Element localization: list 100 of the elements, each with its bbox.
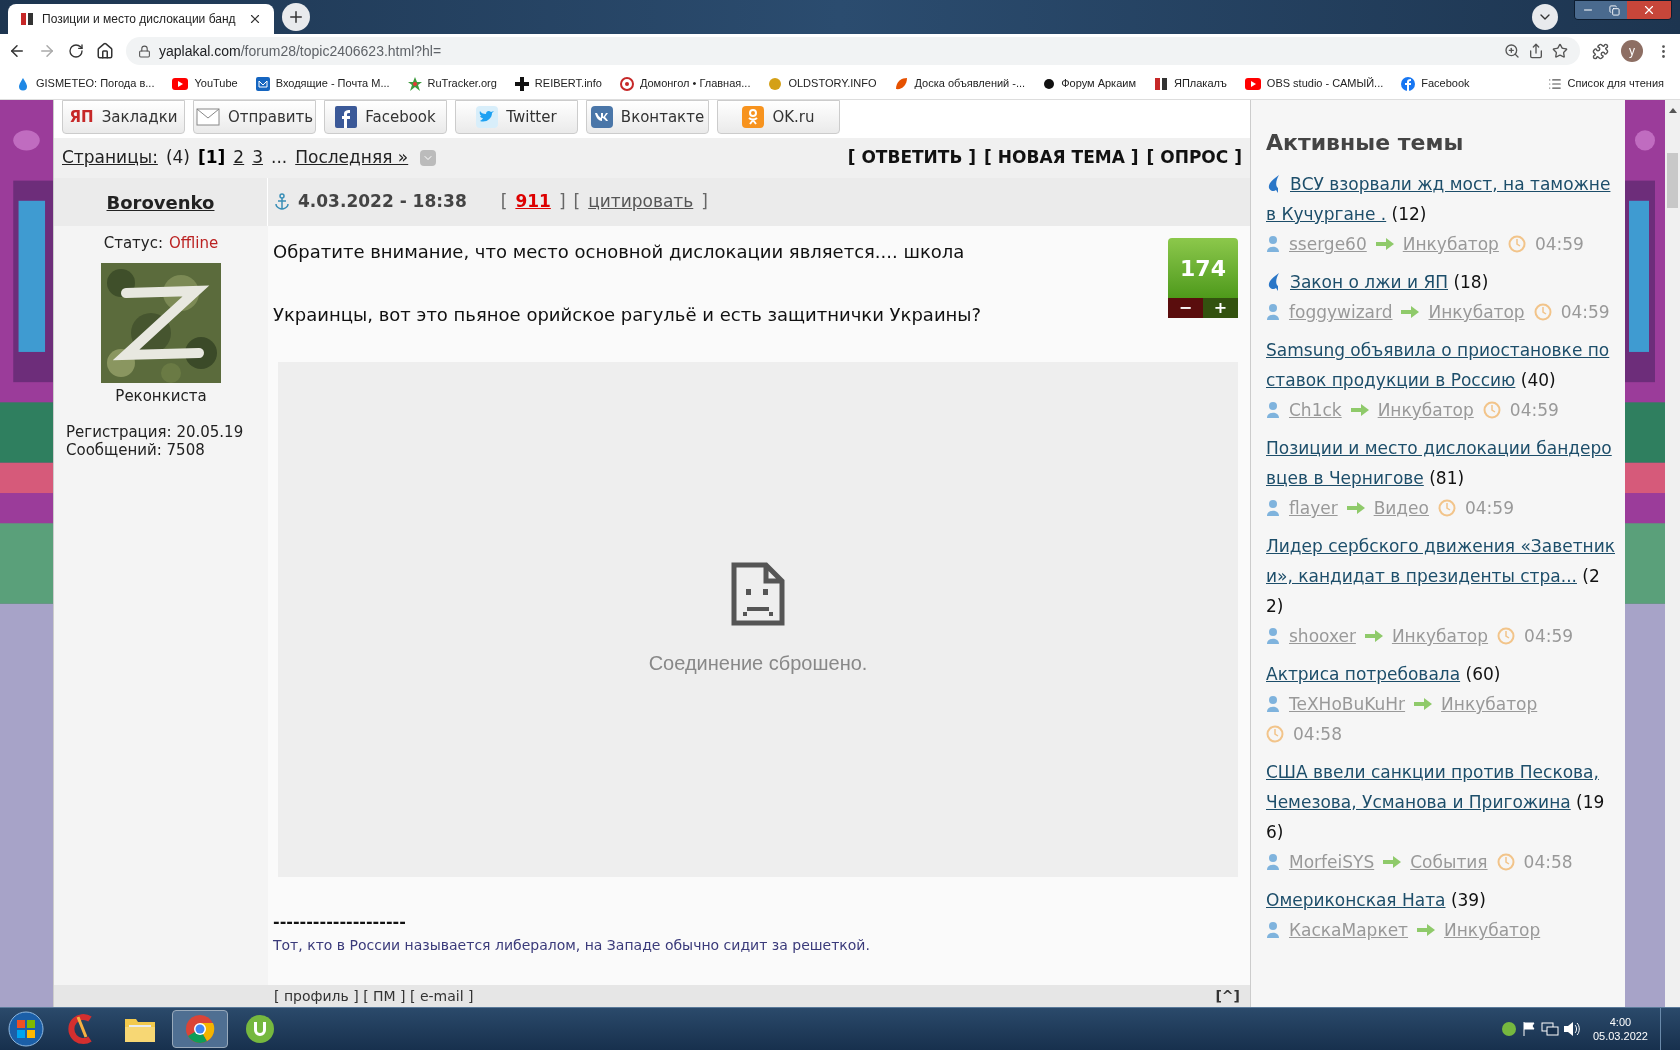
emblem-icon bbox=[768, 76, 783, 91]
share-button[interactable]: Twitter bbox=[455, 100, 578, 134]
bookmark-link[interactable]: OBS studio - САМЫЙ... bbox=[1266, 75, 1384, 92]
play-icon bbox=[172, 77, 189, 90]
extensions-icon[interactable] bbox=[1592, 42, 1609, 60]
user-icon bbox=[1266, 401, 1280, 419]
logo-icon: ЯП bbox=[69, 105, 94, 129]
topic-title[interactable]: Закон о лжи и ЯП (18) bbox=[1266, 267, 1615, 297]
to-top-link[interactable]: [^] bbox=[1215, 985, 1240, 1007]
leaf-icon bbox=[894, 76, 909, 91]
share-button[interactable]: Facebook bbox=[324, 100, 447, 134]
bookmark-link[interactable]: REIBERT.info bbox=[534, 75, 602, 92]
home-icon[interactable] bbox=[96, 42, 114, 60]
flag-icon bbox=[20, 12, 34, 26]
page-link[interactable]: 3 bbox=[252, 145, 263, 171]
reading-list-icon[interactable] bbox=[1547, 76, 1562, 91]
share-button[interactable]: Вконтакте bbox=[586, 100, 709, 134]
post-text: Украинцы, вот это пьяное орийское рагульё и есть защитнички Украины? bbox=[273, 303, 983, 327]
user-icon bbox=[1266, 921, 1280, 939]
share-button[interactable]: ЯП Закладки bbox=[62, 100, 185, 134]
volume-icon[interactable] bbox=[1562, 1021, 1581, 1037]
topic-title[interactable]: Позиции и место дислокации бандеровцев в Чернигове (81) bbox=[1266, 433, 1615, 493]
flag-icon bbox=[1153, 76, 1168, 91]
scrollbar-thumb[interactable] bbox=[1667, 153, 1678, 208]
action-link[interactable]: [ ОПРОС ] bbox=[1146, 145, 1242, 171]
tab-search-button[interactable] bbox=[1532, 4, 1558, 30]
topic-title[interactable]: Омериконская Ната (39) bbox=[1266, 885, 1615, 915]
last-page-link[interactable]: Последняя » bbox=[295, 145, 409, 171]
action-link[interactable]: [ ОТВЕТИТЬ ] bbox=[847, 145, 977, 171]
lock-icon bbox=[138, 44, 151, 58]
torrent-tray-icon[interactable] bbox=[1500, 1021, 1517, 1037]
bookmark-link[interactable]: Домонгол • Главная... bbox=[639, 75, 751, 92]
vote-up-button[interactable]: + bbox=[1203, 298, 1238, 318]
network-icon[interactable] bbox=[1540, 1021, 1559, 1037]
pages-link[interactable]: Страницы: bbox=[62, 145, 158, 171]
clock-icon bbox=[1437, 499, 1456, 517]
page-link[interactable]: [1] bbox=[197, 145, 226, 171]
play-icon bbox=[1244, 77, 1261, 90]
bookmark-link[interactable]: ЯПлакалъ bbox=[1173, 75, 1227, 92]
clock-icon bbox=[1533, 303, 1552, 321]
topic-title[interactable]: США ввели санкции против Пескова, Чемезова, Усманова и Пригожина (196) bbox=[1266, 757, 1615, 847]
back-icon[interactable] bbox=[8, 42, 26, 60]
arrow-right-icon bbox=[1375, 238, 1394, 250]
topic-time: 04:59 bbox=[1524, 625, 1574, 648]
new-tab-button[interactable] bbox=[282, 3, 310, 31]
page-link[interactable]: 2 bbox=[233, 145, 245, 171]
profile-avatar[interactable]: у bbox=[1621, 40, 1643, 62]
sidebar-heading: Активные темы bbox=[1266, 129, 1465, 157]
bookmark-link[interactable]: Входящие - Почта М... bbox=[275, 75, 390, 92]
anchor-icon bbox=[274, 193, 290, 211]
arrow-right-icon bbox=[1414, 698, 1433, 710]
bookmark-link[interactable]: Facebook bbox=[1421, 75, 1470, 92]
close-icon[interactable] bbox=[248, 12, 262, 26]
reload-icon[interactable] bbox=[68, 43, 84, 59]
post-date: 4.03.2022 - 18:38 bbox=[298, 190, 467, 214]
bookmark-link[interactable]: OLDSTORY.INFO bbox=[788, 75, 877, 92]
url-text: yaplakal.com/forum28/topic2406623.html?hl= bbox=[159, 41, 442, 61]
dot-icon bbox=[1043, 77, 1056, 90]
author-link[interactable]: Borovenko bbox=[106, 188, 215, 216]
share-icon[interactable] bbox=[1528, 43, 1544, 59]
bookmark-link[interactable]: Форум Аркаим bbox=[1061, 75, 1136, 92]
bookmark-link[interactable]: Доска объявлений -... bbox=[914, 75, 1026, 92]
tray-clock[interactable]: 4:00 05.03.2022 bbox=[1592, 1015, 1648, 1043]
topic-time: 04:59 bbox=[1509, 399, 1559, 422]
zoom-icon[interactable] bbox=[1504, 43, 1520, 59]
scroll-up-icon[interactable] bbox=[1668, 108, 1677, 113]
topic-title[interactable]: Лидер сербского движения «Заветники», кандидат в президенты стра... (22) bbox=[1266, 531, 1615, 621]
bookmark-link[interactable]: GISMETEO: Погода в... bbox=[36, 75, 155, 92]
browser-tab[interactable]: Позиции и место дислокации банд bbox=[8, 4, 274, 34]
restore-icon[interactable] bbox=[1601, 1, 1627, 19]
post-number-link[interactable]: 911 bbox=[515, 189, 551, 215]
quote-link[interactable]: цитировать bbox=[588, 189, 694, 215]
torrent-icon bbox=[245, 1014, 275, 1044]
scrollbar[interactable] bbox=[1665, 100, 1680, 1007]
reading-list-link[interactable]: Список для чтения bbox=[1567, 75, 1664, 92]
topic-title[interactable]: ВСУ взорвали жд мост, на таможне в Кучургане . (12) bbox=[1266, 169, 1615, 229]
signature-divider: -------------------- bbox=[273, 913, 407, 931]
flag-icon[interactable] bbox=[1520, 1021, 1537, 1037]
bookmark-link[interactable]: YouTube bbox=[194, 75, 238, 92]
bracket-text: [ bbox=[573, 190, 581, 214]
share-button[interactable]: Отправить bbox=[193, 100, 316, 134]
browser-icon bbox=[185, 1014, 215, 1044]
topic-time: 04:59 bbox=[1560, 301, 1610, 324]
clock-icon bbox=[1266, 725, 1284, 743]
drop-icon bbox=[16, 76, 30, 91]
topic-title[interactable]: Актриса потребовала (60) bbox=[1266, 659, 1615, 689]
profile-links[interactable]: [ профиль ] [ ПМ ] [ e-mail ] bbox=[274, 985, 474, 1007]
user-icon bbox=[1266, 235, 1280, 253]
registration-date: Регистрация: 20.05.19 bbox=[66, 423, 244, 441]
action-link[interactable]: [ НОВАЯ ТЕМА ] bbox=[984, 145, 1139, 171]
topic-title[interactable]: Samsung объявила о приостановке поставок продукции в Россию (40) bbox=[1266, 335, 1615, 395]
vote-down-button[interactable]: − bbox=[1168, 298, 1203, 318]
address-bar[interactable]: yaplakal.com/forum28/topic2406623.html?hl= bbox=[126, 37, 1580, 65]
clock-icon bbox=[1496, 853, 1515, 871]
topic-time: 04:58 bbox=[1523, 851, 1573, 874]
minimize-icon[interactable] bbox=[1575, 1, 1601, 19]
bookmark-link[interactable]: RuTracker.org bbox=[427, 75, 497, 92]
bookmark-star-icon[interactable] bbox=[1552, 43, 1568, 59]
plus-icon[interactable] bbox=[287, 8, 305, 26]
share-button[interactable]: OK.ru bbox=[717, 100, 840, 134]
